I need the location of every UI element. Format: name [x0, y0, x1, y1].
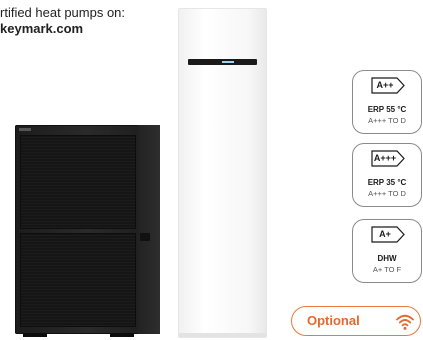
energy-class: A++: [376, 80, 394, 90]
energy-rating-card-dhw: A+ DHW A+ TO F: [352, 219, 422, 283]
outdoor-unit-logo: [19, 128, 31, 131]
outdoor-unit-foot-right: [110, 333, 134, 337]
rating-range: A+++ TO D: [368, 116, 406, 125]
energy-rating-card-erp35: A+++ ERP 35 °C A+++ TO D: [352, 143, 422, 207]
energy-class: A+: [379, 229, 391, 239]
promo-line-1: rtified heat pumps on:: [0, 5, 126, 20]
outdoor-unit-grille-bottom: [20, 233, 136, 327]
indoor-unit-base: [179, 333, 266, 337]
energy-rating-card-erp55: A++ ERP 55 °C A+++ TO D: [352, 70, 422, 134]
rating-range: A+ TO F: [372, 265, 402, 274]
wifi-icon: [395, 312, 415, 332]
outdoor-heat-pump-image: [15, 125, 160, 337]
energy-class: A+++: [373, 153, 397, 163]
outdoor-unit-foot-left: [23, 333, 47, 337]
indoor-unit-image: [178, 8, 267, 338]
rating-label: DHW: [377, 254, 397, 263]
rating-label: ERP 55 °C: [367, 105, 407, 114]
optional-label: Optional: [307, 313, 360, 328]
optional-wifi-badge: Optional: [291, 306, 421, 336]
rating-range: A+++ TO D: [368, 189, 406, 198]
outdoor-unit-side-panel: [138, 125, 160, 334]
indoor-unit-display: [188, 59, 257, 65]
outdoor-unit-handle: [140, 233, 150, 241]
outdoor-unit-grille-top: [20, 135, 136, 229]
keymark-promo: rtified heat pumps on: keymark.com: [0, 5, 125, 37]
promo-link-keymark[interactable]: keymark.com: [0, 21, 125, 37]
rating-label: ERP 35 °C: [367, 178, 407, 187]
